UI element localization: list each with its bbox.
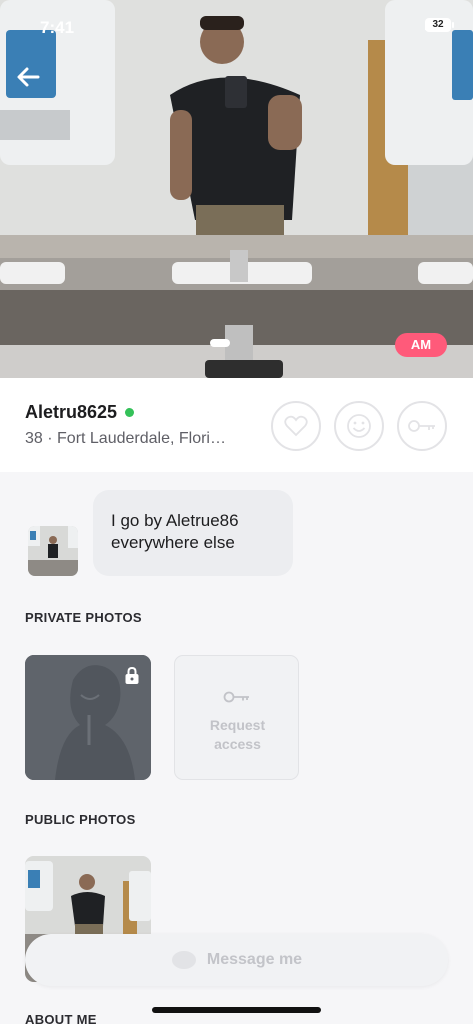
- wink-button[interactable]: [334, 401, 384, 451]
- smile-icon: [347, 414, 371, 438]
- key-icon: [223, 691, 249, 703]
- battery-icon: 32: [425, 18, 454, 32]
- home-indicator[interactable]: [152, 1007, 321, 1013]
- avatar[interactable]: [28, 526, 78, 576]
- username: Aletru8625: [25, 402, 118, 422]
- pager-dot-active[interactable]: [210, 339, 230, 347]
- key-icon: [408, 420, 435, 432]
- about-me-title: ABOUT ME: [25, 1012, 97, 1024]
- online-indicator: [125, 408, 135, 417]
- private-photo[interactable]: [25, 655, 151, 780]
- like-button[interactable]: [271, 401, 321, 451]
- request-access-label: Request access: [175, 716, 300, 754]
- profile-header: Aletru8625 38 · Fort Lauderdale, Flori…: [0, 378, 473, 472]
- chat-bubble-icon: [171, 951, 196, 969]
- lock-icon: [125, 667, 139, 684]
- arrow-left-icon: [17, 67, 40, 87]
- unlock-button[interactable]: [397, 401, 447, 451]
- heart-icon: [284, 415, 308, 437]
- profile-meta: 38 · Fort Lauderdale, Flori…: [25, 430, 226, 447]
- status-bar: 7:41 32: [0, 0, 473, 48]
- status-time: 7:41: [40, 18, 75, 37]
- profile-screen: 7:41 32 AM Aletru8625 38 · Fort Lauderda…: [0, 0, 473, 1024]
- back-button[interactable]: [16, 66, 56, 102]
- avatar-image: [28, 526, 78, 576]
- photo-pager[interactable]: [210, 339, 230, 347]
- status-icons: 32: [425, 18, 454, 32]
- hero-photo-illustration: [0, 0, 473, 378]
- message-line-1: I go by Aletrue86: [111, 511, 239, 530]
- message-bubble: I go by Aletrue86 everywhere else: [93, 490, 293, 576]
- public-photos-title: PUBLIC PHOTOS: [25, 812, 136, 827]
- request-access-line-1: Request: [209, 717, 266, 733]
- message-line-2: everywhere else: [111, 533, 235, 552]
- request-access-line-2: access: [214, 736, 261, 752]
- username-row: Aletru8625: [25, 402, 135, 423]
- hero-photo[interactable]: 7:41 32 AM: [0, 0, 473, 378]
- message-me-button[interactable]: Message me: [25, 934, 448, 986]
- message-me-label: Message me: [206, 951, 303, 968]
- am-badge: AM: [395, 333, 447, 357]
- request-access-button[interactable]: Request access: [174, 655, 299, 780]
- private-photos-title: PRIVATE PHOTOS: [25, 610, 142, 625]
